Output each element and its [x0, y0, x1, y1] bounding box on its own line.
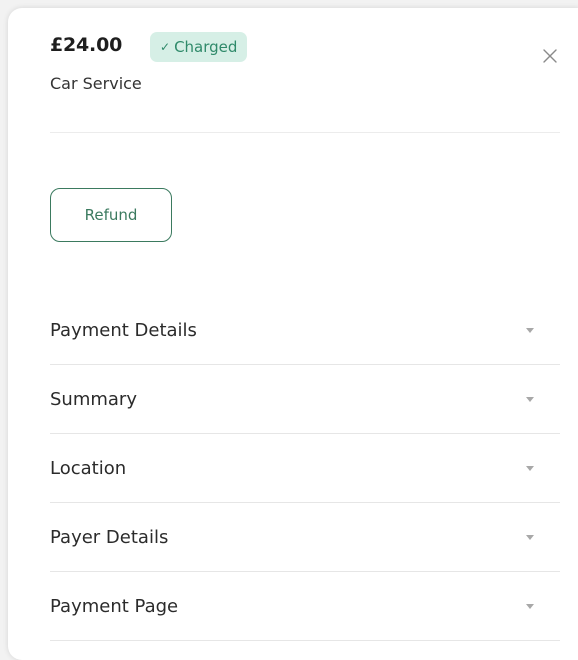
header-divider: [50, 132, 560, 133]
section-label: Payer Details: [50, 526, 169, 548]
close-icon: [543, 49, 557, 63]
section-location[interactable]: Location: [50, 434, 560, 503]
chevron-down-icon: [526, 465, 534, 471]
close-button[interactable]: [540, 46, 560, 66]
transaction-detail-panel: £24.00 ✓ Charged Car Service Refund Paym…: [8, 8, 578, 660]
section-payment-details[interactable]: Payment Details: [50, 296, 560, 365]
section-label: Payment Page: [50, 595, 179, 617]
section-payment-page[interactable]: Payment Page: [50, 572, 560, 641]
refund-button[interactable]: Refund: [50, 188, 172, 242]
chevron-down-icon: [526, 603, 534, 609]
section-label: Payment Details: [50, 319, 197, 341]
section-label: Summary: [50, 388, 137, 410]
status-badge: ✓ Charged: [150, 32, 248, 62]
panel-header: £24.00 ✓ Charged Car Service: [50, 32, 560, 132]
details-accordion: Payment Details Summary Location Payer D…: [50, 296, 560, 641]
check-icon: ✓: [160, 40, 171, 54]
status-label: Charged: [174, 38, 238, 56]
transaction-description: Car Service: [50, 74, 142, 93]
chevron-down-icon: [526, 534, 534, 540]
section-summary[interactable]: Summary: [50, 365, 560, 434]
section-payer-details[interactable]: Payer Details: [50, 503, 560, 572]
transaction-amount: £24.00: [50, 34, 123, 56]
chevron-down-icon: [526, 396, 534, 402]
chevron-down-icon: [526, 327, 534, 333]
section-label: Location: [50, 457, 127, 479]
